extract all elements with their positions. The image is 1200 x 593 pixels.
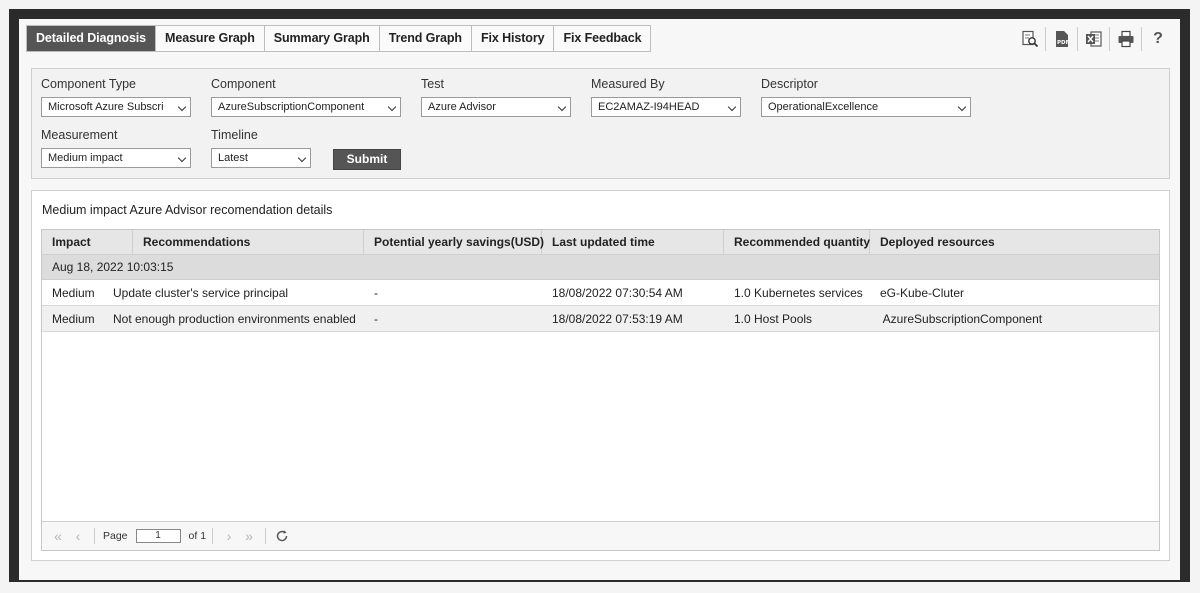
pdf-icon[interactable]: PDF	[1046, 27, 1078, 51]
app-frame: Detailed Diagnosis Measure Graph Summary…	[9, 9, 1190, 582]
tab-fix-feedback[interactable]: Fix Feedback	[554, 26, 650, 51]
column-header-quantity[interactable]: Recommended quantity	[724, 230, 870, 254]
chevron-down-icon	[177, 102, 187, 112]
cell-last-updated: 18/08/2022 07:53:19 AM	[552, 312, 683, 326]
tab-trend-graph[interactable]: Trend Graph	[380, 26, 472, 51]
test-label: Test	[421, 77, 444, 91]
excel-icon[interactable]	[1078, 27, 1110, 51]
chevron-down-icon	[177, 153, 187, 163]
first-page-icon[interactable]: «	[48, 526, 68, 546]
last-page-icon[interactable]: »	[239, 526, 259, 546]
measurement-field: Measurement Medium impact	[41, 128, 191, 168]
descriptor-select[interactable]: OperationalExcellence	[761, 97, 971, 117]
table-row[interactable]: Medium Not enough production environment…	[42, 306, 1159, 332]
pagination-bar: « ‹ Page 1 of 1 › »	[42, 521, 1159, 550]
descriptor-field: Descriptor OperationalExcellence	[761, 77, 971, 117]
column-header-savings[interactable]: Potential yearly savings(USD)	[364, 230, 544, 254]
component-type-value: Microsoft Azure Subscri	[48, 101, 164, 113]
chevron-down-icon	[727, 102, 737, 112]
tab-bar: Detailed Diagnosis Measure Graph Summary…	[26, 25, 652, 52]
search-document-icon[interactable]	[1014, 27, 1046, 51]
tab-summary-graph[interactable]: Summary Graph	[265, 26, 380, 51]
submit-button[interactable]: Submit	[333, 149, 401, 170]
cell-recommendation: Not enough production environments enabl…	[113, 312, 356, 326]
chevron-down-icon	[297, 153, 307, 163]
tab-detailed-diagnosis[interactable]: Detailed Diagnosis	[27, 26, 157, 51]
tab-fix-history[interactable]: Fix History	[472, 26, 555, 51]
component-label: Component	[211, 77, 276, 91]
cell-impact: Medium	[52, 312, 95, 326]
cell-deployed-resources: eG-Kube-Cluter	[880, 286, 965, 300]
svg-text:PDF: PDF	[1057, 40, 1070, 46]
table-header: Impact Recommendations Potential yearly …	[42, 230, 1159, 255]
results-panel: Medium impact Azure Advisor recomendatio…	[31, 190, 1170, 561]
cell-quantity: 1.0 Kubernetes services	[734, 286, 863, 300]
measured-by-value: EC2AMAZ-I94HEAD	[598, 101, 700, 113]
pager-divider	[94, 528, 95, 544]
cell-impact: Medium	[52, 286, 95, 300]
results-table: Impact Recommendations Potential yearly …	[41, 229, 1160, 551]
chevron-down-icon	[557, 102, 567, 112]
measured-by-field: Measured By EC2AMAZ-I94HEAD	[591, 77, 741, 117]
toolbar: PDF ?	[1014, 27, 1174, 51]
measurement-label: Measurement	[41, 128, 118, 142]
page-label: Page	[103, 530, 128, 542]
refresh-icon[interactable]	[272, 526, 292, 546]
timeline-value: Latest	[218, 152, 248, 164]
component-field: Component AzureSubscriptionComponent	[211, 77, 401, 117]
cell-deployed-resources: AzureSubscriptionComponent	[880, 312, 1043, 326]
filter-panel: Component Type Microsoft Azure Subscri C…	[31, 68, 1170, 179]
test-select[interactable]: Azure Advisor	[421, 97, 571, 117]
column-header-impact[interactable]: Impact	[42, 230, 133, 254]
page-number-input[interactable]: 1	[135, 529, 181, 543]
next-page-icon[interactable]: ›	[219, 526, 239, 546]
component-select[interactable]: AzureSubscriptionComponent	[211, 97, 401, 117]
column-header-recommendations[interactable]: Recommendations	[133, 230, 364, 254]
descriptor-value: OperationalExcellence	[768, 101, 879, 113]
page-count-label: of 1	[188, 530, 207, 542]
descriptor-label: Descriptor	[761, 77, 818, 91]
measured-by-select[interactable]: EC2AMAZ-I94HEAD	[591, 97, 741, 117]
pager-divider	[212, 528, 214, 544]
component-value: AzureSubscriptionComponent	[218, 101, 365, 113]
column-header-deployed-resources[interactable]: Deployed resources	[870, 230, 1159, 254]
cell-last-updated: 18/08/2022 07:30:54 AM	[552, 286, 683, 300]
results-title: Medium impact Azure Advisor recomendatio…	[42, 203, 333, 217]
tab-measure-graph[interactable]: Measure Graph	[156, 26, 265, 51]
component-type-field: Component Type Microsoft Azure Subscri	[41, 77, 191, 117]
measurement-value: Medium impact	[48, 152, 123, 164]
test-value: Azure Advisor	[428, 101, 496, 113]
previous-page-icon[interactable]: ‹	[68, 526, 88, 546]
print-icon[interactable]	[1110, 27, 1142, 51]
measurement-select[interactable]: Medium impact	[41, 148, 191, 168]
help-icon[interactable]: ?	[1142, 27, 1174, 51]
group-row-timestamp: Aug 18, 2022 10:03:15	[42, 255, 1159, 280]
measured-by-label: Measured By	[591, 77, 665, 91]
column-header-last-updated[interactable]: Last updated time	[542, 230, 724, 254]
pager-divider	[265, 528, 267, 544]
cell-recommendation: Update cluster's service principal	[113, 286, 289, 300]
app-window: Detailed Diagnosis Measure Graph Summary…	[19, 19, 1180, 580]
test-field: Test Azure Advisor	[421, 77, 571, 117]
chevron-down-icon	[957, 102, 967, 112]
timeline-field: Timeline Latest	[211, 128, 311, 168]
component-type-label: Component Type	[41, 77, 136, 91]
timeline-label: Timeline	[211, 128, 258, 142]
timeline-select[interactable]: Latest	[211, 148, 311, 168]
cell-savings: -	[374, 286, 378, 300]
cell-savings: -	[374, 312, 378, 326]
table-row[interactable]: Medium Update cluster's service principa…	[42, 280, 1159, 306]
cell-quantity: 1.0 Host Pools	[734, 312, 813, 326]
chevron-down-icon	[387, 102, 397, 112]
component-type-select[interactable]: Microsoft Azure Subscri	[41, 97, 191, 117]
